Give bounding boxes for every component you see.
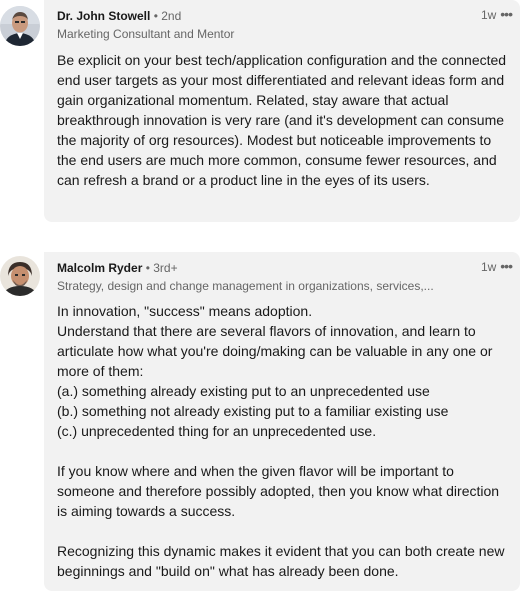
comment-meta: 1w ••• [480,7,513,22]
author-name[interactable]: Dr. John Stowell [57,9,150,23]
comment-item: Dr. John Stowell • 2nd Marketing Consult… [0,0,520,222]
more-options-icon[interactable]: ••• [500,259,513,273]
avatar[interactable] [0,256,40,296]
author-line: Malcolm Ryder • 3rd+ [57,261,178,275]
connection-degree: • 2nd [153,9,182,23]
author-line: Dr. John Stowell • 2nd [57,9,181,23]
timestamp: 1w [480,260,497,274]
avatar[interactable] [0,6,40,46]
comment-item: Malcolm Ryder • 3rd+ Strategy, design an… [0,252,520,591]
profile-photo [0,6,40,46]
comment-bubble: Dr. John Stowell • 2nd Marketing Consult… [44,0,520,222]
comment-text: In innovation, "success" means adoption.… [57,303,505,579]
connection-degree: • 3rd+ [145,261,178,275]
author-headline: Marketing Consultant and Mentor [57,27,235,41]
author-name[interactable]: Malcolm Ryder [57,261,142,275]
comment-text: Be explicit on your best tech/applicatio… [57,52,510,188]
more-options-icon[interactable]: ••• [500,7,513,21]
comment-bubble: Malcolm Ryder • 3rd+ Strategy, design an… [44,252,520,591]
profile-photo [0,256,40,296]
comment-meta: 1w ••• [480,259,513,274]
timestamp: 1w [480,8,497,22]
author-headline: Strategy, design and change management i… [57,279,434,293]
